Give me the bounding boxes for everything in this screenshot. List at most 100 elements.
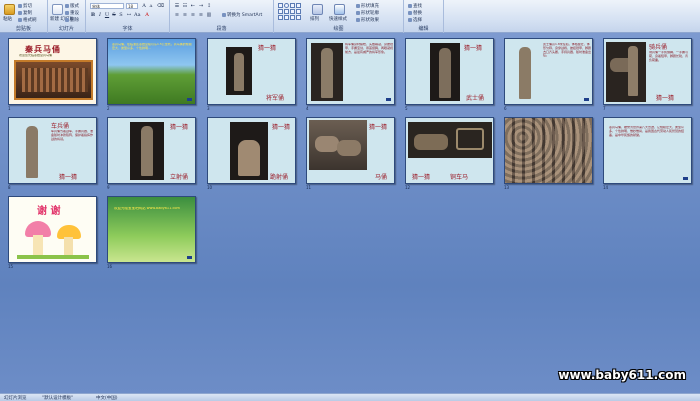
layout-button[interactable]: 版式 xyxy=(65,3,79,9)
reset-icon xyxy=(65,10,69,15)
slide-14-nav-button[interactable] xyxy=(683,177,688,180)
align-left-icon[interactable]: ≡ xyxy=(174,12,180,18)
clipboard-group: 粘贴 剪切 复制 格式刷 剪贴板 xyxy=(0,0,48,33)
line-spacing-icon[interactable]: ↕ xyxy=(206,3,212,9)
slide-thumbnail-16[interactable]: 欢迎光临宝宝吧网站 www.baby611.com xyxy=(107,196,196,263)
shape-flow-icon[interactable] xyxy=(284,15,289,20)
copy-button[interactable]: 复制 xyxy=(18,10,32,16)
shape-oval-icon[interactable] xyxy=(284,3,289,8)
delete-icon xyxy=(65,17,69,22)
slide-thumbnail-14[interactable]: 秦兵马俑，被誉为世界第八大奇迹，它规模宏大，类型众多，个性鲜明，惟妙惟肖，是我国… xyxy=(603,117,692,184)
shape-cube-icon[interactable] xyxy=(290,15,295,20)
bold-icon[interactable]: B xyxy=(90,12,96,18)
grow-font-icon[interactable]: A xyxy=(141,3,147,9)
clear-format-icon[interactable]: ⌫ xyxy=(157,3,164,9)
slide-thumbnail-13[interactable] xyxy=(504,117,593,184)
paste-icon[interactable] xyxy=(4,4,15,15)
ribbon: 粘贴 剪切 复制 格式刷 剪贴板 新建 幻灯片 版式 重设 删除 幻灯片 宋体 … xyxy=(0,0,700,33)
arrange-button[interactable]: 排列 xyxy=(310,16,319,22)
select-button[interactable]: 选择 xyxy=(408,17,422,23)
shape-fill-button[interactable]: 形状填充 xyxy=(356,3,379,9)
shape-brace-icon[interactable] xyxy=(278,15,283,20)
shape-more-icon[interactable] xyxy=(296,15,301,20)
columns-icon[interactable]: ▥ xyxy=(206,12,212,18)
align-center-icon[interactable]: ≡ xyxy=(182,12,188,18)
shape-line-icon[interactable] xyxy=(290,3,295,8)
replace-button[interactable]: 替换 xyxy=(408,10,422,16)
shadow-icon[interactable]: S xyxy=(118,12,124,18)
site-watermark: www.baby611.com xyxy=(558,368,686,382)
align-right-icon[interactable]: ≡ xyxy=(190,12,196,18)
decrease-indent-icon[interactable]: ⇤ xyxy=(190,3,196,9)
reset-label: 重设 xyxy=(70,11,79,16)
delete-button[interactable]: 删除 xyxy=(65,17,79,23)
slide-thumbnail-3[interactable]: 猜一猜 将军俑 xyxy=(207,38,296,105)
shape-triangle-icon[interactable] xyxy=(278,9,283,14)
convert-smartart-button[interactable]: 转换为 SmartArt xyxy=(222,12,262,18)
font-size-select[interactable]: 18 xyxy=(126,3,138,9)
bullets-icon[interactable]: ☰ xyxy=(174,3,180,9)
strikethrough-icon[interactable]: S xyxy=(111,12,117,18)
quick-styles-button[interactable]: 快速样式 xyxy=(329,16,347,22)
slide-16-text: 欢迎光临宝宝吧网站 www.baby611.com xyxy=(114,207,180,210)
smartart-icon xyxy=(222,12,226,17)
slide-9-number: 9 xyxy=(107,185,110,190)
slide-thumbnail-15[interactable]: 谢 谢 xyxy=(8,196,97,263)
slide-6-nav-button[interactable] xyxy=(584,98,589,101)
slide-3-title: 猜一猜 xyxy=(258,45,277,52)
shape-effects-button[interactable]: 形状效果 xyxy=(356,17,379,23)
shape-star-icon[interactable] xyxy=(290,9,295,14)
numbering-icon[interactable]: ☷ xyxy=(182,3,188,9)
slide-2-nav-button[interactable] xyxy=(187,98,192,101)
slide-thumbnail-9[interactable]: 猜一猜 立射俑 xyxy=(107,117,196,184)
arrange-icon[interactable] xyxy=(312,4,323,15)
slide-11-number: 11 xyxy=(306,185,312,190)
slide-12-caption: 铜车马 xyxy=(450,174,469,181)
slide-9-caption: 立射俑 xyxy=(170,174,189,181)
slide-thumbnail-10[interactable]: 猜一猜 跪射俑 xyxy=(207,117,296,184)
change-case-icon[interactable]: Aa xyxy=(134,12,141,18)
font-color-icon[interactable]: A xyxy=(144,12,150,18)
font-group: 宋体 18 A A ⌫ B I U S S ↔ Aa A 字体 xyxy=(86,0,170,33)
increase-indent-icon[interactable]: ⇥ xyxy=(198,3,204,9)
shape-textbox-icon[interactable] xyxy=(284,9,289,14)
slide-6-text: 武士俑高1.8米左右，体格健壮，体形匀称，身穿战袍，披挂铠甲，脚蹬方口齐头履，手… xyxy=(543,43,591,58)
slide-14-text: 秦兵马俑，被誉为世界第八大奇迹，它规模宏大，类型众多，个性鲜明，惟妙惟肖，是我国… xyxy=(609,126,685,137)
cut-button[interactable]: 剪切 xyxy=(18,3,32,9)
char-spacing-icon[interactable]: ↔ xyxy=(126,12,132,18)
slide-thumbnail-8[interactable]: 车兵俑 车兵俑驾着战车，手握兵器，准备随时冲锋陷阵，保护着指挥作战的将领。 猜一… xyxy=(8,117,97,184)
paste-button[interactable]: 粘贴 xyxy=(3,16,12,22)
slide-16-nav-button[interactable] xyxy=(187,256,192,259)
slide-thumbnail-12[interactable]: 猜一猜 铜车马 xyxy=(405,117,494,184)
drawing-group-label: 绘图 xyxy=(333,26,344,32)
slide-4-nav-button[interactable] xyxy=(386,98,391,101)
shape-outline-button[interactable]: 形状轮廓 xyxy=(356,10,379,16)
horse-figures-photo xyxy=(309,120,367,170)
shape-rectangle-icon[interactable] xyxy=(278,3,283,8)
underline-icon[interactable]: U xyxy=(104,12,110,18)
reset-button[interactable]: 重设 xyxy=(65,10,79,16)
shape-callout-icon[interactable] xyxy=(296,9,301,14)
slide-thumbnail-7[interactable]: 骑兵俑 骑兵俑一手执缰绳，一手握弓箭，身着短甲，脚蹬长靴，背负箭囊。 猜一猜 xyxy=(603,38,692,105)
find-button[interactable]: 查找 xyxy=(408,3,422,9)
status-view-mode: 幻灯片浏览 xyxy=(4,396,27,401)
slide-thumbnail-1[interactable]: 秦兵马俑 欢迎您光临秦始皇兵马俑 xyxy=(8,38,97,105)
italic-icon[interactable]: I xyxy=(97,12,103,18)
justify-icon[interactable]: ≡ xyxy=(198,12,204,18)
slide-thumbnail-11[interactable]: 猜一猜 马俑 xyxy=(306,117,395,184)
slide-thumbnail-5[interactable]: 猜一猜 武士俑 xyxy=(405,38,494,105)
slide-2-number: 2 xyxy=(107,106,110,111)
slide-thumbnail-4[interactable]: 将军俑身材魁梧，头戴鹖冠，身披铠甲，手握宝剑，昂首挺胸，两眼凝视前方，是最有威严… xyxy=(306,38,395,105)
quick-styles-icon[interactable] xyxy=(334,4,345,15)
slide-thumbnail-2[interactable]: 秦兵马俑，在临潼区秦始皇陵以东1.5公里处。兵马俑的规模宏大、类型众多、个性鲜明… xyxy=(107,38,196,105)
editing-group: 查找 替换 选择 编辑 xyxy=(404,0,444,33)
font-name-select[interactable]: 宋体 xyxy=(90,3,124,9)
slide-11-caption: 马俑 xyxy=(375,174,388,181)
format-painter-button[interactable]: 格式刷 xyxy=(18,17,37,23)
slide-1-number: 1 xyxy=(8,106,11,111)
shrink-font-icon[interactable]: A xyxy=(148,3,154,9)
shape-arrow-icon[interactable] xyxy=(296,3,301,8)
new-slide-icon[interactable] xyxy=(52,4,63,15)
slide-thumbnail-6[interactable]: 武士俑高1.8米左右，体格健壮，体形匀称，身穿战袍，披挂铠甲，脚蹬方口齐头履，手… xyxy=(504,38,593,105)
slide-3-number: 3 xyxy=(207,106,210,111)
